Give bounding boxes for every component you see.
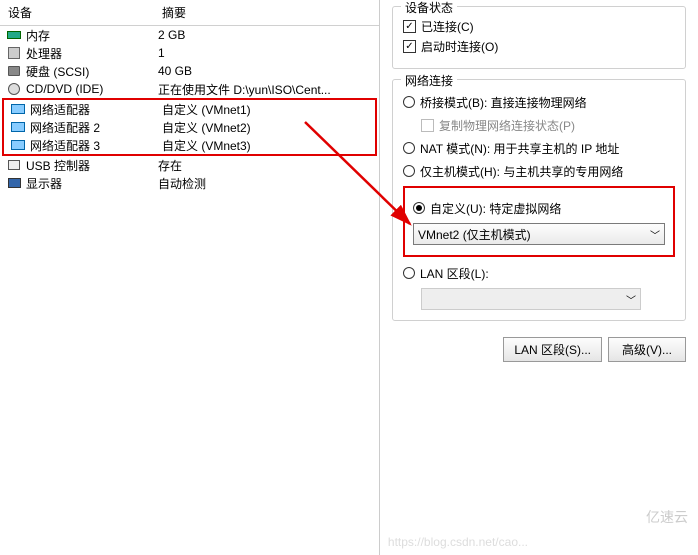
- network-connection-group: 网络连接 桥接模式(B): 直接连接物理网络 复制物理网络连接状态(P) NAT…: [392, 79, 686, 321]
- settings-panel: 设备状态 ✓ 已连接(C) ✓ 启动时连接(O) 网络连接 桥接模式(B): 直接连…: [380, 0, 698, 555]
- nat-radio[interactable]: NAT 模式(N): 用于共享主机的 IP 地址: [403, 140, 675, 157]
- lan-segment-dropdown: ﹀: [421, 288, 641, 310]
- connect-poweron-checkbox-row[interactable]: ✓ 启动时连接(O): [403, 38, 675, 55]
- display-icon: [6, 176, 22, 190]
- radio-icon: [403, 165, 415, 177]
- radio-checked-icon: [413, 202, 425, 214]
- connected-label: 已连接(C): [421, 18, 474, 35]
- chevron-down-icon: ﹀: [626, 292, 636, 307]
- device-row-hdd[interactable]: 硬盘 (SCSI)40 GB: [0, 62, 379, 80]
- header-summary[interactable]: 摘要: [162, 4, 371, 21]
- bridged-radio[interactable]: 桥接模式(B): 直接连接物理网络: [403, 94, 675, 111]
- device-row-net1[interactable]: 网络适配器自定义 (VMnet1): [4, 100, 375, 118]
- hostonly-radio[interactable]: 仅主机模式(H): 与主机共享的专用网络: [403, 163, 675, 180]
- device-row-memory[interactable]: 内存2 GB: [0, 26, 379, 44]
- connect-poweron-label: 启动时连接(O): [421, 38, 498, 55]
- radio-icon: [403, 267, 415, 279]
- device-row-net2[interactable]: 网络适配器 2自定义 (VMnet2): [4, 118, 375, 136]
- lan-label: LAN 区段(L):: [420, 265, 489, 282]
- device-row-usb[interactable]: USB 控制器存在: [0, 156, 379, 174]
- device-row-cpu[interactable]: 处理器1: [0, 44, 379, 62]
- network-connection-legend: 网络连接: [401, 72, 457, 89]
- device-row-cddvd[interactable]: CD/DVD (IDE)正在使用文件 D:\yun\ISO\Cent...: [0, 80, 379, 98]
- radio-icon: [403, 96, 415, 108]
- header-device[interactable]: 设备: [8, 4, 162, 21]
- replicate-label: 复制物理网络连接状态(P): [439, 117, 575, 134]
- connected-checkbox-row[interactable]: ✓ 已连接(C): [403, 18, 675, 35]
- cpu-icon: [6, 46, 22, 60]
- check-icon: ✓: [403, 40, 416, 53]
- watermark-url: https://blog.csdn.net/cao...: [388, 535, 528, 549]
- custom-network-dropdown[interactable]: VMnet2 (仅主机模式) ﹀: [413, 223, 665, 245]
- memory-icon: [6, 28, 22, 42]
- device-row-display[interactable]: 显示器自动检测: [0, 174, 379, 192]
- cd-icon: [6, 82, 22, 96]
- checkbox-icon: [421, 119, 434, 132]
- bridged-label: 桥接模式(B): 直接连接物理网络: [420, 94, 587, 111]
- custom-network-highlight: 自定义(U): 特定虚拟网络 VMnet2 (仅主机模式) ﹀: [403, 186, 675, 257]
- chevron-down-icon: ﹀: [650, 227, 660, 242]
- device-status-legend: 设备状态: [401, 0, 457, 16]
- advanced-button[interactable]: 高级(V)...: [608, 337, 686, 362]
- usb-icon: [6, 158, 22, 172]
- device-row-net3[interactable]: 网络适配器 3自定义 (VMnet3): [4, 136, 375, 154]
- network-icon: [10, 102, 26, 116]
- button-row: LAN 区段(S)... 高级(V)...: [392, 337, 686, 362]
- network-icon: [10, 120, 26, 134]
- device-list-header: 设备 摘要: [0, 0, 379, 26]
- lan-segment-radio[interactable]: LAN 区段(L):: [403, 265, 675, 282]
- network-icon: [10, 138, 26, 152]
- check-icon: ✓: [403, 20, 416, 33]
- network-adapters-highlight: 网络适配器自定义 (VMnet1) 网络适配器 2自定义 (VMnet2) 网络…: [2, 98, 377, 156]
- nat-label: NAT 模式(N): 用于共享主机的 IP 地址: [420, 140, 619, 157]
- custom-label: 自定义(U): 特定虚拟网络: [430, 200, 561, 217]
- device-status-group: 设备状态 ✓已连接(C) ✓启动时连接(O): [392, 6, 686, 69]
- watermark-logo: 亿速云: [646, 507, 688, 527]
- hostonly-label: 仅主机模式(H): 与主机共享的专用网络: [420, 163, 623, 180]
- radio-icon: [403, 142, 415, 154]
- replicate-checkbox: 复制物理网络连接状态(P): [421, 117, 675, 134]
- custom-radio[interactable]: 自定义(U): 特定虚拟网络: [413, 200, 665, 217]
- hdd-icon: [6, 64, 22, 78]
- device-list-panel: 设备 摘要 内存2 GB 处理器1 硬盘 (SCSI)40 GB CD/DVD …: [0, 0, 380, 555]
- lan-segments-button[interactable]: LAN 区段(S)...: [503, 337, 602, 362]
- dropdown-value: VMnet2 (仅主机模式): [418, 226, 531, 243]
